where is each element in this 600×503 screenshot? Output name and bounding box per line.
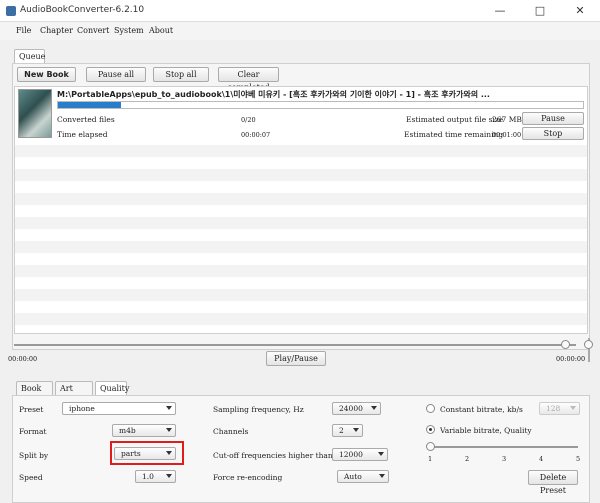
vbr-radio[interactable] xyxy=(426,425,435,434)
est-time-value: 00:01:00 xyxy=(492,131,522,139)
speed-label: Speed xyxy=(19,473,43,482)
format-combo[interactable]: m4b xyxy=(112,424,176,437)
time-elapsed-label: Time elapsed xyxy=(57,130,108,139)
title-bar: AudioBookConverter-6.2.10 — □ ✕ xyxy=(0,0,600,22)
job-pause-button[interactable]: Pause xyxy=(522,112,584,125)
job-progress-fill xyxy=(58,102,121,108)
menu-chapter[interactable]: Chapter xyxy=(40,26,73,35)
pause-all-button[interactable]: Pause all xyxy=(86,67,146,82)
sampling-combo[interactable]: 24000 xyxy=(332,402,381,415)
minimize-icon[interactable]: — xyxy=(480,0,520,22)
preset-value: iphone xyxy=(69,404,95,413)
cutoff-label: Cut-off frequencies higher than xyxy=(213,451,333,460)
vbr-label: Variable bitrate, Quality xyxy=(440,426,532,435)
vbr-tick-label: 4 xyxy=(539,455,544,463)
menu-file[interactable]: File xyxy=(16,26,31,35)
tab-book-info[interactable]: Book Info xyxy=(16,381,53,406)
menu-bar: File Chapter Convert System About xyxy=(0,22,600,40)
chevron-down-icon xyxy=(379,474,385,478)
maximize-icon[interactable]: □ xyxy=(520,0,560,22)
sampling-value: 24000 xyxy=(339,404,363,413)
vbr-slider-knob[interactable] xyxy=(426,442,435,451)
converted-files-value: 0/20 xyxy=(241,116,256,124)
split-by-combo[interactable]: parts xyxy=(114,447,176,460)
tab-quality[interactable]: Quality xyxy=(95,381,129,396)
vbr-slider-track[interactable] xyxy=(430,446,578,448)
cbr-combo[interactable]: 128 xyxy=(539,402,580,415)
est-size-value: 267 MB xyxy=(492,115,522,124)
menu-convert[interactable]: Convert xyxy=(77,26,109,35)
split-by-value: parts xyxy=(121,449,141,458)
preset-label: Preset xyxy=(19,405,44,414)
cbr-radio[interactable] xyxy=(426,404,435,413)
cutoff-value: 12000 xyxy=(339,450,363,459)
player-seek-track[interactable] xyxy=(14,344,576,346)
vbr-tick-label: 2 xyxy=(465,455,470,463)
speed-combo[interactable]: 1.0 xyxy=(135,470,176,483)
delete-preset-button[interactable]: Delete Preset xyxy=(528,470,578,495)
close-icon[interactable]: ✕ xyxy=(560,0,600,22)
time-elapsed-value: 00:00:07 xyxy=(241,131,271,139)
chevron-down-icon xyxy=(353,428,359,432)
chevron-down-icon xyxy=(166,474,172,478)
split-by-label: Split by xyxy=(19,451,49,460)
menu-system[interactable]: System xyxy=(114,26,144,35)
vbr-tick-label: 3 xyxy=(502,455,507,463)
chevron-down-icon xyxy=(166,406,172,410)
player-seek-knob[interactable] xyxy=(560,340,570,349)
sampling-label: Sampling frequency, Hz xyxy=(213,405,304,414)
app-icon xyxy=(6,6,16,16)
converted-files-label: Converted files xyxy=(57,115,115,124)
volume-knob[interactable] xyxy=(584,340,593,349)
job-stop-button[interactable]: Stop xyxy=(522,127,584,140)
tab-art-work[interactable]: Art Work xyxy=(55,381,93,406)
vbr-tick-label: 5 xyxy=(576,455,581,463)
chevron-down-icon xyxy=(166,451,172,455)
est-time-label: Estimated time remaining xyxy=(404,130,504,139)
speed-value: 1.0 xyxy=(142,472,154,481)
play-pause-button[interactable]: Play/Pause xyxy=(266,351,326,366)
job-title: M:\PortableApps\epub_to_audiobook\1\미야베 … xyxy=(57,90,490,99)
chevron-down-icon xyxy=(371,406,377,410)
est-size-label: Estimated output file size xyxy=(406,115,504,124)
chevron-down-icon xyxy=(378,452,384,456)
force-reencoding-value: Auto xyxy=(344,472,362,481)
cbr-label: Constant bitrate, kb/s xyxy=(440,405,523,414)
new-book-button[interactable]: New Book xyxy=(17,67,76,82)
clear-completed-button[interactable]: Clear completed xyxy=(218,67,279,92)
player-time-right: 00:00:00 xyxy=(556,355,586,363)
chevron-down-icon xyxy=(570,406,576,410)
vbr-tick-label: 1 xyxy=(428,455,433,463)
book-cover-thumbnail xyxy=(18,89,52,138)
channels-combo[interactable]: 2 xyxy=(332,424,363,437)
force-reencoding-label: Force re-encoding xyxy=(213,473,283,482)
stop-all-button[interactable]: Stop all xyxy=(153,67,209,82)
channels-value: 2 xyxy=(339,426,344,435)
cutoff-combo[interactable]: 12000 xyxy=(332,448,388,461)
force-reencoding-combo[interactable]: Auto xyxy=(337,470,389,483)
menu-about[interactable]: About xyxy=(149,26,173,35)
chevron-down-icon xyxy=(166,428,172,432)
cbr-value: 128 xyxy=(546,404,561,413)
player-time-left: 00:00:00 xyxy=(8,355,38,363)
format-label: Format xyxy=(19,427,47,436)
channels-label: Channels xyxy=(213,427,249,436)
job-progress-bar xyxy=(57,101,584,109)
preset-combo[interactable]: iphone xyxy=(62,402,176,415)
window-title: AudioBookConverter-6.2.10 xyxy=(20,5,145,15)
tab-queue[interactable]: Queue xyxy=(14,49,45,64)
format-value: m4b xyxy=(119,426,136,435)
